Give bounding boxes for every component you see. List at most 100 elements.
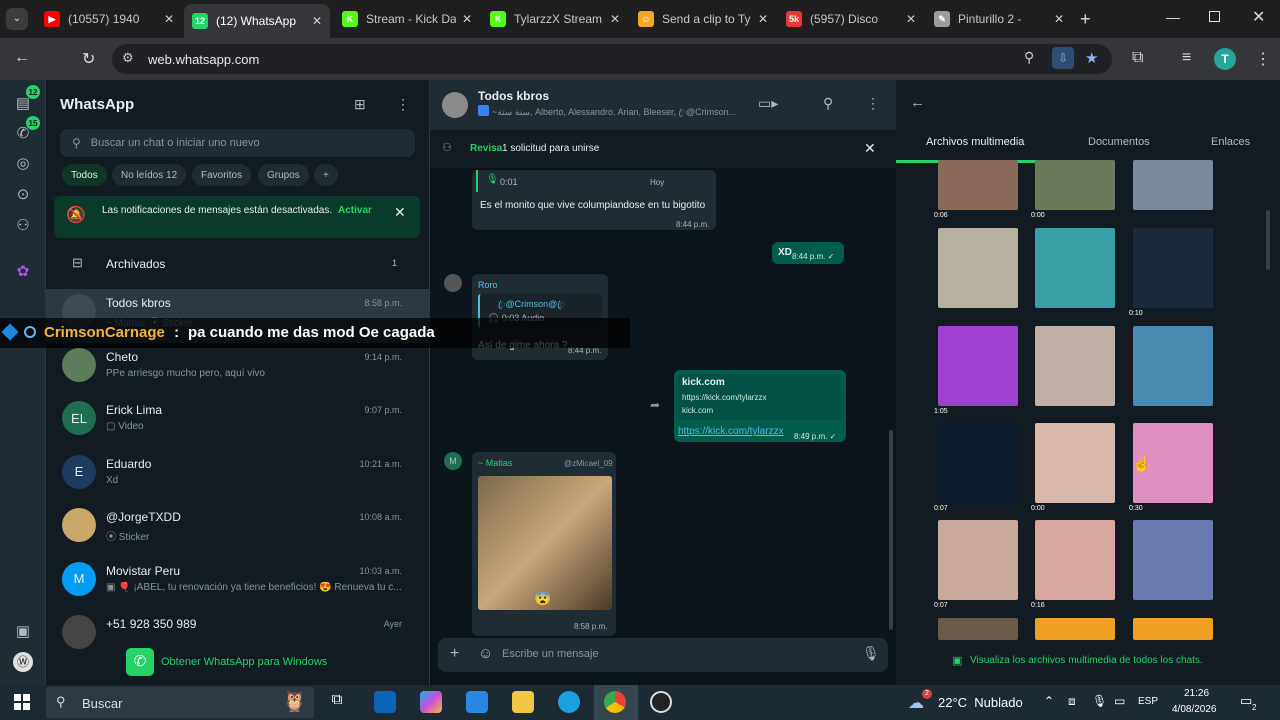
close-tab-icon[interactable]: ✕ xyxy=(610,12,620,26)
install-app-icon[interactable]: ⇩ xyxy=(1052,47,1074,69)
obs-icon[interactable] xyxy=(650,691,672,713)
media-thumbnail[interactable] xyxy=(938,423,1018,503)
network-icon[interactable]: ▭ xyxy=(1114,694,1125,708)
bookmark-star-icon[interactable]: ★ xyxy=(1085,49,1098,67)
media-thumbnail[interactable] xyxy=(1133,520,1213,600)
filter-chip[interactable]: + xyxy=(314,164,338,186)
omnibox[interactable]: ⚙ web.whatsapp.com ⚲ ⇩ ★ xyxy=(112,44,1112,74)
menu-kebab-icon[interactable]: ⋮ xyxy=(1255,49,1271,69)
media-thumbnail[interactable] xyxy=(938,228,1018,308)
browser-tab[interactable]: K Stream - Kick Da ✕ xyxy=(334,6,480,32)
chat-scrollbar[interactable] xyxy=(889,430,893,630)
media-thumbnail[interactable] xyxy=(1133,326,1213,406)
join-request-bar[interactable]: ⚇ Revisa 1 solicitud para unirse ✕ xyxy=(430,130,896,168)
back-arrow-icon[interactable]: ← xyxy=(14,49,30,67)
back-arrow-icon[interactable]: ← xyxy=(910,94,925,111)
tab-search-button[interactable]: ⌄ xyxy=(6,8,28,30)
outlook-icon[interactable] xyxy=(374,691,396,713)
video-call-icon[interactable]: ▭▸ xyxy=(758,95,778,112)
profile-avatar[interactable]: T xyxy=(1214,48,1236,70)
file-explorer-icon[interactable] xyxy=(512,691,534,713)
view-all-media-link[interactable]: ▣ Visualiza los archivos multimedia de t… xyxy=(952,654,1252,670)
site-settings-icon[interactable]: ⚙ xyxy=(122,50,134,66)
filter-chip[interactable]: No leídos 12 xyxy=(112,164,187,186)
media-thumbnail[interactable] xyxy=(938,326,1018,406)
message-bubble-outgoing[interactable]: XD 8:44 p.m. ✓ xyxy=(772,242,844,264)
microphone-icon[interactable]: 🎙 xyxy=(1092,694,1107,708)
media-thumbnail[interactable] xyxy=(938,160,1018,210)
tab-documents[interactable]: Documentos xyxy=(1088,136,1150,148)
sender-avatar[interactable] xyxy=(444,274,462,292)
chrome-icon[interactable] xyxy=(604,691,626,713)
extensions-icon[interactable]: ⧉ xyxy=(1132,49,1143,67)
link-message-bubble[interactable]: kick.com https://kick.com/tylarzzx kick.… xyxy=(674,370,846,442)
sender-avatar[interactable]: M xyxy=(444,452,462,470)
tray-app-icon[interactable]: ⧈ xyxy=(1068,694,1076,709)
close-window-button[interactable]: ✕ xyxy=(1252,7,1265,27)
message-link[interactable]: https://kick.com/tylarzzx xyxy=(678,426,784,437)
browser-tab[interactable]: ☺ Send a clip to Ty ✕ xyxy=(630,6,776,32)
link-preview-card[interactable]: kick.com https://kick.com/tylarzzx kick.… xyxy=(678,374,842,420)
attach-plus-icon[interactable]: + xyxy=(450,645,459,663)
group-avatar[interactable] xyxy=(442,92,468,118)
image-message-bubble[interactable]: ~ Matias @zMicael_09 😨 8:58 p.m. xyxy=(472,452,616,636)
copilot-icon[interactable] xyxy=(420,691,442,713)
meta-ai-icon[interactable]: ✿ xyxy=(13,262,33,282)
close-tab-icon[interactable]: ✕ xyxy=(906,12,916,26)
reload-icon[interactable]: ↻ xyxy=(82,49,95,69)
new-tab-button[interactable]: + xyxy=(1080,9,1091,30)
chat-list-item[interactable]: EL Erick Lima 9:07 p.m. ▢ Video xyxy=(46,396,430,450)
media-thumbnail[interactable] xyxy=(1133,618,1213,640)
media-scrollbar[interactable] xyxy=(1266,210,1270,270)
browser-tab[interactable]: 5k (5957) Disco ✕ xyxy=(778,6,924,32)
zoom-icon[interactable]: ⚲ xyxy=(1024,49,1034,66)
close-icon[interactable]: ✕ xyxy=(864,140,876,157)
message-input[interactable]: Escribe un mensaje xyxy=(502,648,599,660)
minimize-button[interactable]: — xyxy=(1166,9,1180,25)
chat-list-item[interactable]: E Eduardo 10:21 a.m. Xd xyxy=(46,450,430,504)
get-app-banner[interactable]: ✆ Obtener WhatsApp para Windows xyxy=(126,648,366,676)
store-icon[interactable] xyxy=(466,691,488,713)
close-tab-icon[interactable]: ✕ xyxy=(758,12,768,26)
activate-link[interactable]: Activar xyxy=(338,205,372,216)
taskbar-search[interactable]: ⚲ Buscar 🦉 xyxy=(46,687,314,718)
media-thumbnail[interactable] xyxy=(1035,520,1115,600)
maximize-button[interactable] xyxy=(1209,11,1220,22)
new-chat-icon[interactable]: ⊞ xyxy=(354,96,366,113)
media-thumbnail[interactable] xyxy=(1133,160,1213,210)
chat-list-item[interactable]: M Movistar Peru 10:03 a.m. ▣ 🎈 ¡ABEL, tu re… xyxy=(46,557,430,611)
language-indicator[interactable]: ESP xyxy=(1138,696,1158,707)
filter-chip[interactable]: Grupos xyxy=(258,164,309,186)
browser-tab[interactable]: 12 (12) WhatsApp ✕ xyxy=(184,4,330,38)
notifications-icon[interactable]: ▭ xyxy=(1240,693,1252,709)
close-tab-icon[interactable]: ✕ xyxy=(312,14,322,28)
close-tab-icon[interactable]: ✕ xyxy=(1054,12,1064,26)
message-bubble[interactable]: 🎙 0:01 Hoy Es el monito que vive columpi… xyxy=(472,170,716,230)
windows-start-icon[interactable] xyxy=(14,694,30,710)
edge-icon[interactable] xyxy=(558,691,580,713)
forward-icon[interactable]: ➦ xyxy=(650,398,660,412)
communities-icon[interactable]: ⚇ xyxy=(13,216,33,236)
media-thumbnail[interactable] xyxy=(1035,326,1115,406)
filter-chip[interactable]: Favoritos xyxy=(192,164,252,186)
weather-text[interactable]: 22°C Nublado xyxy=(938,695,1023,710)
browser-tab[interactable]: ▶ (10557) 1940 ✕ xyxy=(36,6,182,32)
channels-icon[interactable]: ⊙ xyxy=(13,185,33,205)
tab-media[interactable]: Archivos multimedia xyxy=(926,136,1024,148)
message-image[interactable]: 😨 xyxy=(478,476,612,610)
conversation-header[interactable]: Todos kbros ~سنة ستة, Alberto, Alessandr… xyxy=(430,80,896,130)
tab-links[interactable]: Enlaces xyxy=(1211,136,1250,148)
task-view-icon[interactable]: ⧉ xyxy=(326,691,348,713)
media-thumbnail[interactable] xyxy=(938,618,1018,640)
media-thumbnail[interactable] xyxy=(1035,618,1115,640)
media-thumbnail[interactable] xyxy=(1133,228,1213,308)
media-thumbnail[interactable] xyxy=(1035,423,1115,503)
sticker-icon[interactable]: ☺ xyxy=(478,645,493,662)
menu-kebab-icon[interactable]: ⋮ xyxy=(866,95,880,112)
chat-list-item[interactable]: @JorgeTXDD 10:08 a.m. ⦿ Sticker xyxy=(46,503,430,557)
media-thumbnail[interactable] xyxy=(938,520,1018,600)
search-input[interactable]: ⚲ Buscar un chat o iniciar uno nuevo xyxy=(60,129,415,157)
menu-kebab-icon[interactable]: ⋮ xyxy=(396,96,410,113)
close-tab-icon[interactable]: ✕ xyxy=(164,12,174,26)
tray-chevron-icon[interactable]: ⌃ xyxy=(1044,694,1054,708)
